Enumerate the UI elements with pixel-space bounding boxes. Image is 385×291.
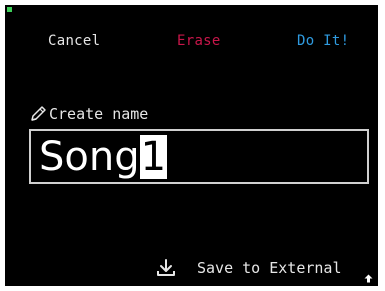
- name-entry-screen: Cancel Erase Do It! Create name Song 1 Sa…: [5, 5, 378, 286]
- name-value: Song: [39, 133, 140, 180]
- text-cursor: 1: [139, 133, 168, 180]
- erase-button[interactable]: Erase: [177, 33, 221, 49]
- download-icon: [157, 259, 175, 276]
- name-input-field[interactable]: Song 1: [29, 129, 369, 184]
- create-name-label: Create name: [29, 105, 148, 123]
- save-to-external-button[interactable]: Save to External: [155, 258, 342, 278]
- save-label: Save to External: [197, 259, 342, 277]
- create-name-text: Create name: [49, 105, 149, 123]
- do-it-button[interactable]: Do It!: [297, 33, 349, 49]
- cancel-button[interactable]: Cancel: [48, 33, 100, 49]
- arrow-up-icon[interactable]: [364, 274, 373, 283]
- pencil-icon: [31, 106, 46, 121]
- status-indicator: [7, 7, 12, 12]
